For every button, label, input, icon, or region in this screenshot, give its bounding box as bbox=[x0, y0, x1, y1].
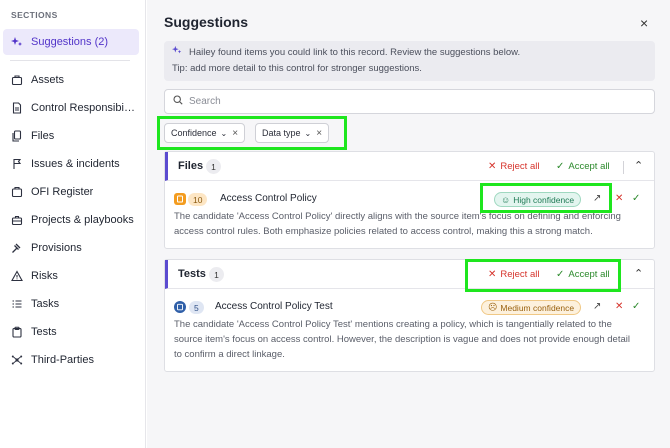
divider bbox=[623, 161, 624, 174]
item-id-badge: 10 bbox=[188, 193, 208, 206]
open-link-icon[interactable]: ↗ bbox=[593, 301, 601, 312]
sidebar-item-label: Third-Parties bbox=[31, 354, 94, 366]
reject-all-label: Reject all bbox=[500, 161, 540, 172]
sidebar-item-risks[interactable]: Risks bbox=[3, 263, 139, 289]
reject-button[interactable]: ✕ bbox=[615, 193, 623, 204]
sidebar-divider bbox=[10, 60, 130, 61]
sidebar-item-tests[interactable]: Tests bbox=[3, 319, 139, 345]
sidebar-item-label: Assets bbox=[31, 74, 65, 86]
sidebar-item-assets[interactable]: Assets bbox=[3, 67, 139, 93]
accept-all-button[interactable]: ✓ Accept all bbox=[556, 161, 610, 172]
sidebar-item-label: Tasks bbox=[31, 298, 60, 310]
chevron-down-icon: ⌄ bbox=[304, 128, 312, 138]
search-box[interactable] bbox=[164, 89, 655, 114]
sidebar-item-label: Projects & playbooks bbox=[31, 214, 134, 226]
check-icon: ✓ bbox=[556, 161, 565, 172]
group-count-badge: 1 bbox=[209, 267, 224, 282]
neutral-face-icon: ☹ bbox=[488, 302, 498, 312]
suggestions-panel: Suggestions × Hailey found items you cou… bbox=[147, 0, 670, 448]
sections-sidebar: SECTIONS Suggestions (2) Assets Control … bbox=[0, 0, 146, 448]
info-banner: Hailey found items you could link to thi… bbox=[164, 41, 655, 81]
box-icon bbox=[10, 73, 24, 87]
gavel-icon bbox=[10, 241, 24, 255]
group-count-badge: 1 bbox=[206, 159, 221, 174]
sidebar-item-label: Control Responsibili... bbox=[31, 102, 135, 114]
warning-icon bbox=[10, 269, 24, 283]
close-button[interactable]: × bbox=[640, 15, 648, 31]
confidence-badge: ☹ Medium confidence bbox=[481, 300, 582, 315]
filter-confidence[interactable]: Confidence ⌄ × bbox=[164, 123, 246, 143]
description-line: to confirm a direct linkage. bbox=[174, 349, 285, 360]
accept-button[interactable]: ✓ bbox=[632, 301, 640, 312]
accept-all-label: Accept all bbox=[568, 161, 610, 172]
search-icon bbox=[173, 95, 183, 108]
list-icon bbox=[10, 297, 24, 311]
register-icon bbox=[10, 185, 24, 199]
test-icon bbox=[174, 301, 186, 313]
item-description: The candidate 'Access Control Policy Tes… bbox=[174, 317, 636, 362]
close-icon: ✕ bbox=[488, 161, 497, 172]
network-icon bbox=[10, 353, 24, 367]
sidebar-item-suggestions[interactable]: Suggestions (2) bbox=[3, 29, 139, 55]
sidebar-item-label: Suggestions (2) bbox=[31, 36, 109, 48]
flag-icon bbox=[10, 157, 24, 171]
sidebar-item-files[interactable]: Files bbox=[3, 123, 139, 149]
sidebar-item-label: OFI Register bbox=[31, 186, 94, 198]
info-text: Hailey found items you could link to thi… bbox=[189, 47, 521, 58]
file-icon bbox=[174, 193, 186, 205]
filter-data-type[interactable]: Data type ⌄ × bbox=[255, 123, 330, 143]
briefcase-icon bbox=[10, 213, 24, 227]
sidebar-item-label: Tests bbox=[31, 326, 57, 338]
reject-all-button[interactable]: ✕ Reject all bbox=[488, 161, 539, 172]
clipboard-icon bbox=[10, 325, 24, 339]
accept-reject-highlight bbox=[465, 259, 621, 292]
group-header: Files 1 ✕ Reject all ✓ Accept all ⌃ bbox=[165, 152, 654, 181]
sidebar-item-issues-incidents[interactable]: Issues & incidents bbox=[3, 151, 139, 177]
item-description: The candidate 'Access Control Policy' di… bbox=[174, 209, 636, 239]
sidebar-item-projects-playbooks[interactable]: Projects & playbooks bbox=[3, 207, 139, 233]
document-icon bbox=[10, 101, 24, 115]
group-title: Files bbox=[178, 160, 204, 172]
sidebar-item-label: Issues & incidents bbox=[31, 158, 120, 170]
filter-label: Data type bbox=[262, 128, 301, 138]
item-name[interactable]: Access Control Policy bbox=[220, 193, 317, 204]
sidebar-item-control-responsibilities[interactable]: Control Responsibili... bbox=[3, 95, 139, 121]
sidebar-item-label: Files bbox=[31, 130, 55, 142]
reject-button[interactable]: ✕ bbox=[615, 301, 623, 312]
group-title: Tests bbox=[178, 268, 206, 280]
close-icon[interactable]: × bbox=[316, 128, 322, 139]
description-line: The candidate 'Access Control Policy Tes… bbox=[174, 319, 612, 330]
item-name[interactable]: Access Control Policy Test bbox=[215, 301, 333, 312]
chevron-up-icon[interactable]: ⌃ bbox=[634, 159, 643, 172]
panel-title: Suggestions bbox=[164, 14, 249, 30]
item-id-badge: 5 bbox=[189, 301, 204, 314]
sidebar-item-provisions[interactable]: Provisions bbox=[3, 235, 139, 261]
sidebar-item-third-parties[interactable]: Third-Parties bbox=[3, 347, 139, 373]
sparkles-icon bbox=[10, 35, 24, 49]
close-icon[interactable]: × bbox=[232, 128, 238, 139]
sidebar-item-label: Provisions bbox=[31, 242, 82, 254]
accept-button[interactable]: ✓ bbox=[632, 193, 640, 204]
chevron-up-icon[interactable]: ⌃ bbox=[634, 267, 643, 280]
description-line: access control rules. Both emphasize pol… bbox=[174, 226, 593, 237]
filter-label: Confidence bbox=[171, 128, 217, 138]
sidebar-item-label: Risks bbox=[31, 270, 58, 282]
sections-heading: SECTIONS bbox=[11, 10, 58, 20]
confidence-label: Medium confidence bbox=[500, 302, 575, 313]
sidebar-item-tasks[interactable]: Tasks bbox=[3, 291, 139, 317]
chevron-down-icon: ⌄ bbox=[220, 128, 228, 138]
info-tip: Tip: add more detail to this control for… bbox=[172, 63, 422, 74]
description-line: source item's focus on access control. H… bbox=[174, 334, 630, 345]
search-input[interactable] bbox=[189, 96, 629, 107]
confidence-highlight bbox=[480, 183, 612, 213]
files-icon bbox=[10, 129, 24, 143]
sidebar-item-ofi-register[interactable]: OFI Register bbox=[3, 179, 139, 205]
sparkles-icon bbox=[172, 45, 182, 61]
